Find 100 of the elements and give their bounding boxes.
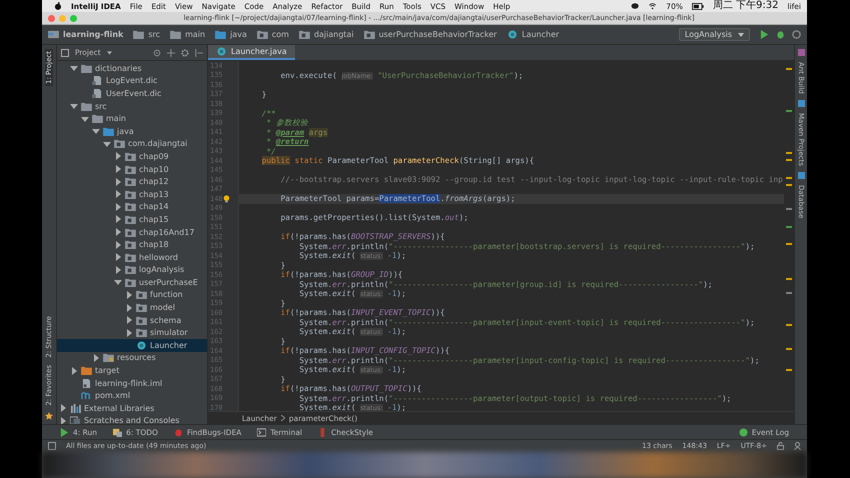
class-icon: [216, 47, 227, 56]
package-icon: [114, 139, 125, 148]
tree-item[interactable]: function: [57, 288, 207, 302]
lightbulb-icon[interactable]: [223, 194, 230, 203]
tree-item[interactable]: helloword: [57, 250, 207, 264]
caret-down-icon[interactable]: [738, 32, 744, 36]
tree-item[interactable]: simulator: [57, 326, 207, 340]
tree-item[interactable]: java: [57, 124, 207, 138]
nav-crumb[interactable]: learning-flink: [48, 30, 124, 39]
resources-folder-icon: [103, 353, 114, 362]
package-icon: [136, 303, 147, 312]
package-icon: [125, 202, 136, 212]
locate-icon[interactable]: [153, 48, 161, 56]
nav-crumb[interactable]: userPurchaseBehaviorTracker: [364, 30, 497, 39]
error-stripe-mark[interactable]: [786, 226, 792, 228]
tree-item[interactable]: chap10: [57, 162, 207, 176]
dictionary-file-icon: [92, 76, 103, 86]
tree-item[interactable]: LogEvent.dic: [57, 74, 207, 88]
folder-icon: [215, 30, 226, 39]
coverage-icon[interactable]: [792, 30, 801, 39]
tree-item[interactable]: chap13: [57, 188, 207, 201]
nav-crumb[interactable]: main: [170, 30, 206, 39]
tree-item[interactable]: schema: [57, 314, 207, 326]
class-icon: [506, 30, 518, 39]
tree-item[interactable]: chap12: [57, 175, 207, 188]
tree-item[interactable]: External Libraries: [57, 402, 207, 415]
package-icon: [125, 164, 136, 174]
nav-crumb[interactable]: dajiangtai: [298, 30, 354, 39]
notification-icon: [738, 428, 748, 436]
editor-tab[interactable]: Launcher.java: [208, 45, 295, 60]
maven-icon[interactable]: [798, 100, 804, 107]
tree-item[interactable]: com.dajiangtai: [57, 138, 207, 150]
package-icon: [125, 177, 136, 186]
class-icon: [136, 340, 147, 350]
checkstyle-icon: [318, 428, 328, 436]
lock-icon[interactable]: [777, 442, 784, 450]
tree-item[interactable]: chap16And17: [57, 226, 207, 238]
nav-crumb[interactable]: Launcher: [506, 30, 560, 39]
tree-item[interactable]: Launcher: [57, 339, 207, 352]
settings-icon[interactable]: [181, 48, 189, 56]
checklist-icon: [113, 428, 122, 436]
debug-icon[interactable]: [776, 30, 785, 39]
tree-item[interactable]: chap18: [57, 238, 207, 251]
play-icon: [60, 428, 69, 436]
tree-item[interactable]: target: [57, 364, 207, 377]
maven-icon: [81, 391, 92, 400]
dictionary-file-icon: [92, 88, 103, 98]
tree-item[interactable]: resources: [57, 352, 207, 364]
tree-item[interactable]: UserEvent.dic: [57, 87, 207, 100]
battery-icon[interactable]: [692, 2, 704, 10]
package-icon: [125, 278, 136, 287]
panel-toggle-icon[interactable]: [48, 442, 56, 450]
caret-down-icon[interactable]: [70, 64, 78, 72]
caret-down-icon[interactable]: [114, 278, 122, 286]
tree-item[interactable]: Scratches and Consoles: [57, 414, 207, 424]
terminal-icon: [257, 428, 266, 436]
package-icon: [125, 152, 136, 161]
run-icon[interactable]: [760, 30, 769, 39]
package-icon: [125, 190, 136, 199]
run-configuration-dropdown[interactable]: LogAnalysis: [678, 28, 750, 41]
caret-right-icon[interactable]: [92, 354, 100, 362]
package-icon: [256, 30, 268, 39]
tree-item[interactable]: learning-flink.iml: [57, 376, 207, 390]
nav-crumb[interactable]: src: [133, 30, 160, 39]
project-view-icon: [61, 48, 69, 56]
libraries-icon: [70, 404, 81, 413]
error-stripe-mark[interactable]: [786, 324, 792, 326]
tree-item[interactable]: userPurchaseE: [57, 276, 207, 289]
tree-item[interactable]: chap15: [57, 213, 207, 226]
folder-icon: [170, 30, 182, 39]
star-icon: [45, 412, 53, 420]
module-file-icon: [81, 378, 92, 388]
caret-down-icon[interactable]: [106, 50, 112, 54]
database-icon[interactable]: [798, 172, 804, 179]
clock[interactable]: 周二 下午9:32: [712, 0, 778, 12]
package-icon: [364, 30, 375, 39]
folder-icon: [103, 126, 114, 136]
package-icon: [125, 228, 136, 237]
apple-logo-icon[interactable]: [54, 2, 62, 10]
package-icon: [136, 328, 147, 338]
folder-icon: [81, 366, 92, 376]
tree-item[interactable]: chap09: [57, 150, 207, 163]
nav-crumb[interactable]: com: [256, 30, 289, 39]
wifi-icon[interactable]: [648, 2, 658, 10]
tree-item[interactable]: model: [57, 301, 207, 314]
hide-icon[interactable]: [195, 48, 203, 56]
tree-item[interactable]: dictionaries: [57, 62, 207, 75]
tree-item[interactable]: pom.xml: [57, 389, 207, 402]
tree-item[interactable]: src: [57, 100, 207, 112]
nav-crumb[interactable]: java: [215, 30, 247, 39]
tree-item[interactable]: logAnalysis: [57, 264, 207, 276]
package-icon: [125, 240, 136, 250]
tree-item[interactable]: main: [57, 112, 207, 125]
module-icon: [48, 30, 59, 39]
caret-right-icon[interactable]: [70, 366, 78, 375]
inspector-icon[interactable]: [794, 442, 801, 450]
tree-item[interactable]: chap14: [57, 200, 207, 214]
package-icon: [125, 214, 136, 224]
package-icon: [136, 316, 147, 325]
scratches-icon: [70, 416, 81, 424]
